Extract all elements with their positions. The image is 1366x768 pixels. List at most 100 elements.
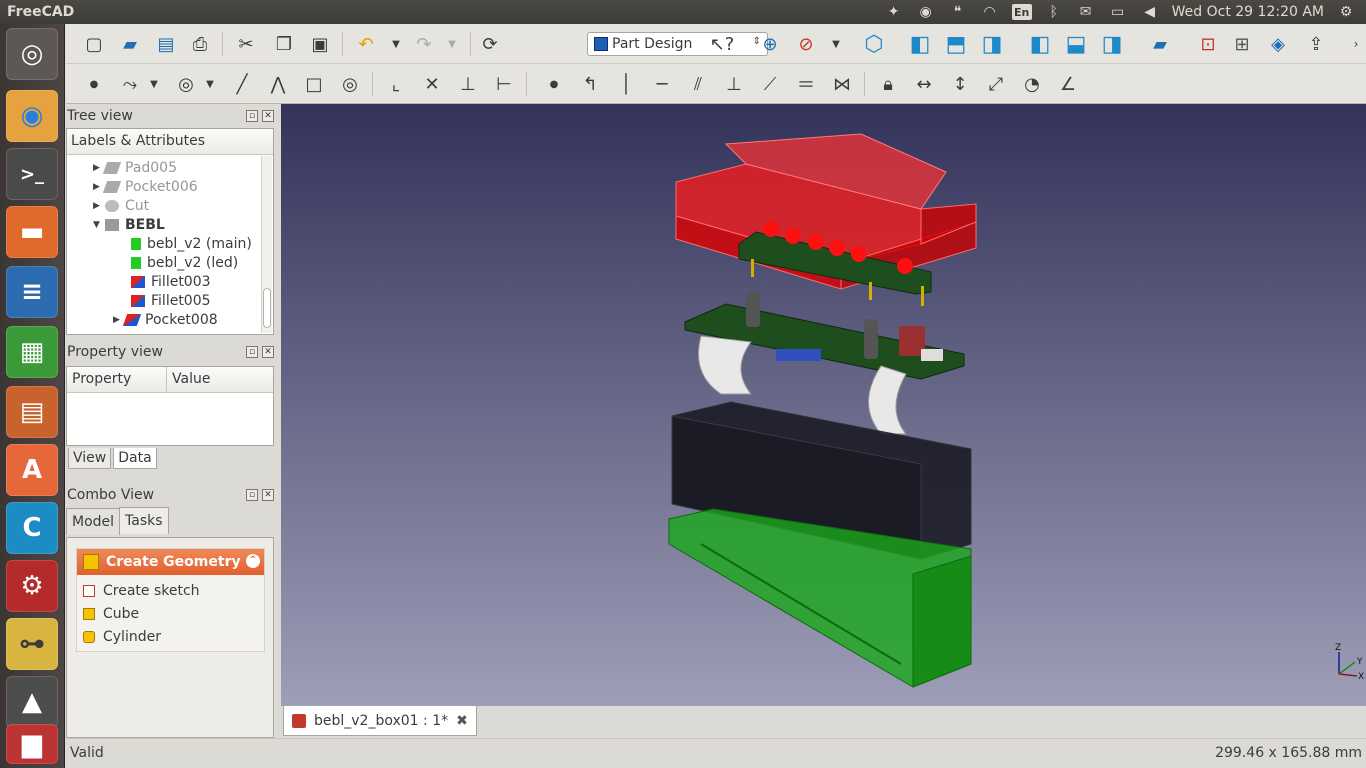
constrain-distance-icon[interactable]: ⤢	[982, 70, 1010, 98]
close-tab-icon[interactable]: ✖	[456, 713, 468, 729]
point-icon[interactable]: ●	[80, 70, 108, 98]
undo-icon[interactable]: ↶	[352, 30, 380, 58]
constrain-lock-icon[interactable]: 🔒︎	[874, 70, 902, 98]
tab-data[interactable]: Data	[113, 448, 157, 469]
constrain-vertical-icon[interactable]: │	[612, 70, 640, 98]
task-box-header[interactable]: Create Geometry ⌃	[77, 549, 264, 575]
tree-item[interactable]: ▶ Pocket006	[93, 177, 198, 196]
cura-icon[interactable]: C	[6, 502, 58, 554]
tab-tasks[interactable]: Tasks	[119, 507, 169, 534]
draw-style-icon[interactable]: ⊘	[792, 30, 820, 58]
scrollbar-thumb[interactable]	[263, 288, 271, 328]
line-icon[interactable]: ╱	[228, 70, 256, 98]
polyline-draw-icon[interactable]: ⋀	[264, 70, 292, 98]
close-icon[interactable]: ✕	[262, 346, 274, 358]
save-icon[interactable]: ▤	[152, 30, 180, 58]
print-icon[interactable]: ⎙	[186, 30, 214, 58]
writer-icon[interactable]: ≡	[6, 266, 58, 318]
create-sketch-icon[interactable]: ⊡	[1194, 30, 1222, 58]
document-tab[interactable]: bebl_v2_box01 : 1* ✖	[283, 706, 477, 736]
whats-this-icon[interactable]: ↖?	[708, 30, 736, 58]
chrome-icon[interactable]: ◉	[916, 2, 936, 22]
refresh-icon[interactable]: ⟳	[476, 30, 504, 58]
tab-model[interactable]: Model	[66, 508, 121, 535]
draw-style-dropdown-icon[interactable]: ▼	[822, 30, 850, 58]
tab-view[interactable]: View	[68, 448, 112, 469]
close-icon[interactable]: ✕	[262, 489, 274, 501]
hangouts-icon[interactable]: ❝	[948, 2, 968, 22]
external-geometry-icon[interactable]: ⊥	[454, 70, 482, 98]
toolbar-overflow-icon[interactable]: ›	[1342, 30, 1366, 58]
view-top-icon[interactable]: ⬒	[942, 30, 970, 58]
view-isometric-icon[interactable]: ⬡	[860, 30, 888, 58]
terminal-icon[interactable]: >_	[6, 148, 58, 200]
polyline-dropdown-icon[interactable]: ▼	[140, 70, 168, 98]
constrain-point-on-object-icon[interactable]: ↰	[576, 70, 604, 98]
undo-dropdown-icon[interactable]: ▼	[382, 30, 410, 58]
redo-icon[interactable]: ↷	[410, 30, 438, 58]
redo-dropdown-icon[interactable]: ▼	[438, 30, 466, 58]
3d-viewport[interactable]: Z Y X	[281, 104, 1366, 706]
create-cylinder-action[interactable]: Cylinder	[83, 629, 161, 645]
create-cube-action[interactable]: Cube	[83, 606, 139, 622]
files-icon[interactable]: ▬	[6, 206, 58, 258]
impress-icon[interactable]: ▤	[6, 386, 58, 438]
constrain-perpendicular-icon[interactable]: ⊥	[720, 70, 748, 98]
collapse-arrow-icon[interactable]: ▼	[93, 220, 105, 230]
keyboard-layout-indicator[interactable]: En	[1011, 4, 1032, 20]
constrain-horizontal-distance-icon[interactable]: ↔	[910, 70, 938, 98]
tree-item[interactable]: ▼ BEBL	[93, 215, 165, 234]
close-icon[interactable]: ✕	[262, 110, 274, 122]
tree-view[interactable]: Labels & Attributes ▶ Pad005 ▶ Pocket006…	[66, 128, 274, 335]
cut-icon[interactable]: ✂	[232, 30, 260, 58]
constrain-tangent-icon[interactable]: ⟋	[756, 70, 784, 98]
tree-item[interactable]: bebl_v2 (main)	[131, 234, 252, 253]
new-document-icon[interactable]: ▢	[80, 30, 108, 58]
freecad-icon[interactable]: ⚙	[6, 560, 58, 612]
calc-icon[interactable]: ▦	[6, 326, 58, 378]
constrain-horizontal-icon[interactable]: ─	[648, 70, 676, 98]
view-rear-icon[interactable]: ◧	[1026, 30, 1054, 58]
construction-mode-icon[interactable]: ⊢	[490, 70, 518, 98]
create-sketch-action[interactable]: Create sketch	[83, 583, 200, 599]
inkscape-icon[interactable]: ▲	[6, 676, 58, 728]
view-right-icon[interactable]: ◨	[978, 30, 1006, 58]
float-icon[interactable]: ▫	[246, 489, 258, 501]
view-fit-all-icon[interactable]: ⊕	[756, 30, 784, 58]
property-table[interactable]: Property Value	[66, 366, 274, 446]
tree-item[interactable]: ▶ Pocket008	[113, 310, 218, 329]
copy-icon[interactable]: ❐	[270, 30, 298, 58]
workbench-selector[interactable]: Part Design ⇕	[587, 32, 768, 56]
clock[interactable]: Wed Oct 29 12:20 AM	[1172, 4, 1324, 20]
battery-icon[interactable]: ▭	[1108, 2, 1128, 22]
volume-icon[interactable]: ◀	[1140, 2, 1160, 22]
tree-item[interactable]: Fillet003	[131, 272, 211, 291]
float-icon[interactable]: ▫	[246, 346, 258, 358]
paste-icon[interactable]: ▣	[306, 30, 334, 58]
settings-gear-icon[interactable]: ⚙	[1336, 2, 1356, 22]
wifi-icon[interactable]: ◠	[980, 2, 1000, 22]
float-icon[interactable]: ▫	[246, 110, 258, 122]
software-center-icon[interactable]: A	[6, 444, 58, 496]
view-left-icon[interactable]: ◨	[1098, 30, 1126, 58]
constrain-radius-icon[interactable]: ◔	[1018, 70, 1046, 98]
open-icon[interactable]: ▰	[116, 30, 144, 58]
constrain-angle-icon[interactable]: ∠	[1054, 70, 1082, 98]
constrain-equal-icon[interactable]: ＝	[792, 70, 820, 98]
bluetooth-icon[interactable]: ᛒ	[1044, 2, 1064, 22]
collapse-icon[interactable]: ⌃	[246, 554, 260, 568]
tree-item[interactable]: Fillet005	[131, 291, 211, 310]
constrain-symmetric-icon[interactable]: ⋈	[828, 70, 856, 98]
expand-arrow-icon[interactable]: ▶	[93, 201, 105, 211]
tree-scrollbar[interactable]	[261, 156, 272, 333]
measure-distance-icon[interactable]: ▰	[1146, 30, 1174, 58]
constrain-vertical-distance-icon[interactable]: ↕	[946, 70, 974, 98]
constrain-coincident-icon[interactable]: ●	[540, 70, 568, 98]
ubuntu-dash-icon[interactable]: ◎	[6, 28, 58, 80]
rectangle-icon[interactable]: □	[300, 70, 328, 98]
view-bottom-icon[interactable]: ⬓	[1062, 30, 1090, 58]
constrain-parallel-icon[interactable]: ⫽	[684, 70, 712, 98]
chrome-icon[interactable]: ◉	[6, 90, 58, 142]
slot-icon[interactable]: ◎	[336, 70, 364, 98]
tree-item[interactable]: ▶ Cut	[93, 196, 149, 215]
